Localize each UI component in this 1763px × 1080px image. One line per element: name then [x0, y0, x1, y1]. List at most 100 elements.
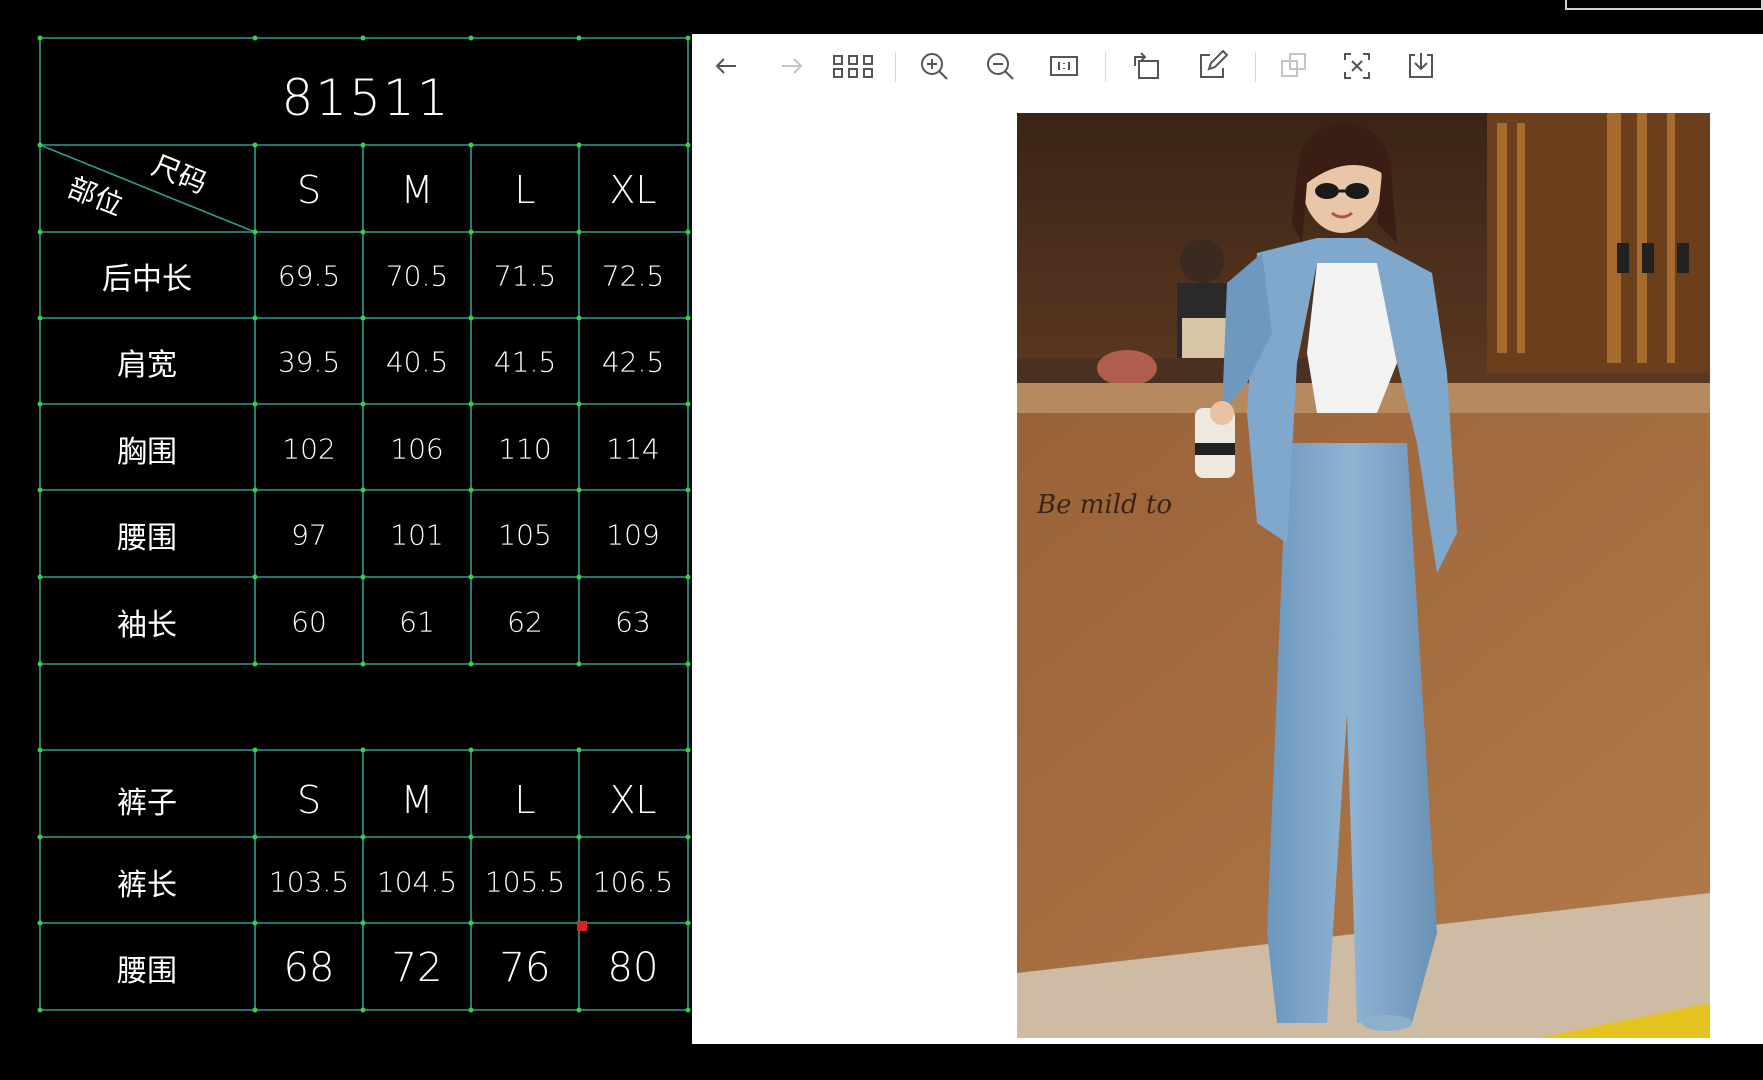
model-photo-illustration: Be mild to: [1017, 113, 1710, 1038]
grid-node: [576, 661, 582, 667]
actual-size-button[interactable]: [1046, 48, 1082, 84]
grid-node: [252, 229, 258, 235]
rotate-icon: [1134, 52, 1159, 79]
table-cell-value: 68: [283, 945, 335, 991]
table-cell-value: 106: [390, 432, 444, 466]
grid-node: [252, 747, 258, 753]
forward-arrow-icon: [782, 58, 803, 74]
table-cell-value: 97: [291, 518, 327, 552]
grid-node: [576, 35, 582, 41]
grid-node: [37, 401, 43, 407]
download-button[interactable]: [1403, 48, 1439, 84]
grid-node: [468, 747, 474, 753]
table-cell-value: 62: [507, 605, 543, 639]
grid-node: [360, 834, 366, 840]
grid-node: [468, 574, 474, 580]
table-cell-value: 41.5: [493, 345, 557, 379]
grid-node: [685, 574, 691, 580]
grid-node: [685, 229, 691, 235]
grid-node: [360, 142, 366, 148]
table-cell-value: 105: [498, 518, 552, 552]
grid-node: [360, 747, 366, 753]
grid-node: [576, 142, 582, 148]
grid-node: [37, 920, 43, 926]
table-cell-value: 103.5: [268, 865, 350, 899]
table-cell-value: 69.5: [277, 259, 341, 293]
grid-node: [685, 1007, 691, 1013]
grid-node: [468, 1007, 474, 1013]
table-cell-value: 80: [607, 945, 659, 991]
grid-node: [252, 487, 258, 493]
grid-node: [252, 401, 258, 407]
grid-node: [468, 920, 474, 926]
grid-view-button[interactable]: [830, 48, 876, 84]
grid-node: [252, 920, 258, 926]
pants-size-header-m: M: [400, 778, 434, 822]
grid-node: [576, 401, 582, 407]
grid-node: [37, 747, 43, 753]
row-label: 裤长: [117, 868, 177, 903]
rotate-button[interactable]: [1128, 48, 1164, 84]
table-cell-value: 106.5: [592, 865, 674, 899]
actual-size-icon: [1050, 56, 1078, 76]
viewer-toolbar: [692, 34, 1763, 96]
table-cell-value: 76: [499, 945, 551, 991]
toolbar-divider: [895, 52, 896, 82]
table-cell-value: 71.5: [493, 259, 557, 293]
back-arrow-icon: [715, 58, 736, 74]
grid-node: [360, 1007, 366, 1013]
zoom-in-icon: [921, 53, 948, 80]
grid-node: [576, 487, 582, 493]
grid-node: [37, 229, 43, 235]
zoom-out-button[interactable]: [982, 48, 1018, 84]
table-cell-value: 109: [606, 518, 660, 552]
grid-node: [685, 487, 691, 493]
image-viewer: Be mild to: [692, 34, 1763, 1044]
row-label: 肩宽: [117, 348, 177, 383]
grid-node: [360, 574, 366, 580]
grid-node: [37, 834, 43, 840]
edit-button[interactable]: [1194, 48, 1230, 84]
grid-node: [252, 35, 258, 41]
grid-node: [468, 229, 474, 235]
product-photo[interactable]: Be mild to: [1017, 113, 1710, 1038]
grid-node: [360, 920, 366, 926]
table-cell-value: 63: [615, 605, 651, 639]
grid-node: [685, 142, 691, 148]
copy-button[interactable]: [1276, 48, 1312, 84]
grid-node: [576, 834, 582, 840]
table-cell-value: 110: [498, 432, 552, 466]
table-cell-value: 72: [391, 945, 443, 991]
grid-node: [360, 229, 366, 235]
table-cell-value: 39.5: [277, 345, 341, 379]
grid-node: [468, 401, 474, 407]
ocr-button[interactable]: [1339, 48, 1375, 84]
pants-size-header-l: L: [514, 778, 536, 822]
grid-node: [685, 315, 691, 321]
zoom-in-button[interactable]: [916, 48, 952, 84]
grid-node: [685, 401, 691, 407]
grid-node: [252, 142, 258, 148]
table-cell-value: 104.5: [376, 865, 458, 899]
back-button[interactable]: [708, 48, 744, 84]
grid-node: [468, 35, 474, 41]
copy-icon: [1281, 53, 1306, 77]
grid-node: [685, 834, 691, 840]
forward-button[interactable]: [774, 48, 810, 84]
grid-node: [360, 661, 366, 667]
grid-node: [252, 834, 258, 840]
grid-node: [360, 315, 366, 321]
row-label: 后中长: [102, 262, 192, 297]
row-label: 腰围: [117, 521, 177, 556]
window-edge: [1565, 0, 1763, 10]
grid-node: [37, 315, 43, 321]
size-header-xl: XL: [609, 168, 657, 212]
grid-node: [360, 401, 366, 407]
download-icon: [1409, 53, 1433, 78]
table-cell-value: 60: [291, 605, 327, 639]
table-cell-value: 105.5: [484, 865, 566, 899]
grid-node: [37, 574, 43, 580]
grid-node: [576, 574, 582, 580]
grid-node: [576, 315, 582, 321]
zoom-out-icon: [987, 53, 1014, 80]
